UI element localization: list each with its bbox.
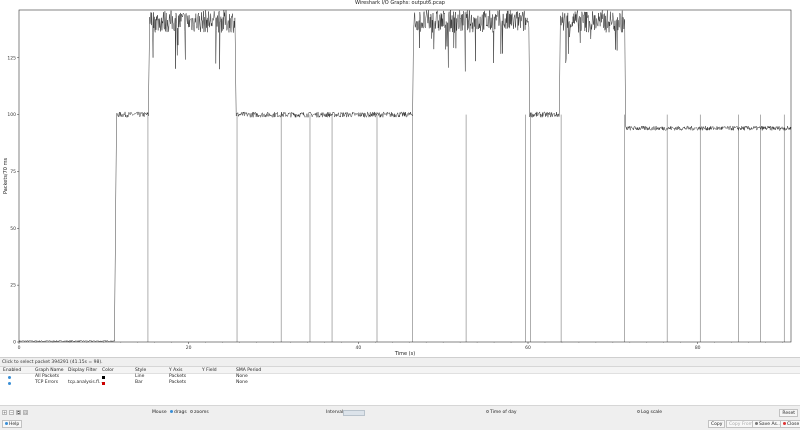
remove-graph-button[interactable]: − bbox=[9, 410, 14, 415]
y-tick-label: 25 bbox=[10, 283, 16, 289]
interval-label: Interval bbox=[326, 410, 344, 415]
close-icon bbox=[783, 422, 786, 425]
y-axis-label: Packets/70 ms bbox=[3, 158, 9, 194]
header-sma-period: SMA Period bbox=[236, 368, 262, 373]
zooms-label[interactable]: zooms bbox=[194, 410, 209, 415]
dialog-buttons: Help Copy Copy From Save As... Close bbox=[0, 420, 800, 430]
enabled-checkbox[interactable] bbox=[8, 375, 11, 379]
time-of-day-group: Time of day bbox=[484, 410, 517, 416]
graph-name[interactable]: TCP Errors bbox=[35, 380, 58, 386]
help-label: Help bbox=[9, 422, 20, 427]
x-axis-label: Time (s) bbox=[394, 351, 415, 357]
enabled-checkbox[interactable] bbox=[8, 381, 11, 385]
mouse-mode-group: Mouse drags zooms bbox=[152, 410, 209, 416]
interval-select[interactable] bbox=[343, 410, 365, 416]
y-tick-label: 50 bbox=[10, 226, 16, 232]
time-of-day-checkbox[interactable] bbox=[486, 410, 489, 413]
y-tick-label: 0 bbox=[13, 340, 16, 346]
log-scale-checkbox[interactable] bbox=[637, 410, 640, 413]
time-of-day-label[interactable]: Time of day bbox=[490, 410, 517, 415]
color-swatch[interactable] bbox=[102, 381, 105, 385]
log-scale-label[interactable]: Log scale bbox=[641, 410, 662, 415]
graph-table[interactable]: Enabled Graph Name Display Filter Color … bbox=[0, 366, 800, 406]
drags-radio[interactable] bbox=[170, 410, 174, 413]
save-as-label: Save As... bbox=[759, 422, 782, 427]
y-tick-label: 100 bbox=[7, 112, 16, 118]
x-tick-label: 20 bbox=[186, 345, 192, 351]
help-icon bbox=[5, 422, 8, 425]
color-swatch[interactable] bbox=[102, 375, 105, 379]
display-filter[interactable]: tcp.analysis.fl... bbox=[68, 380, 103, 386]
y-tick-label: 125 bbox=[7, 55, 16, 61]
graph-controls: + − ⧉ ⊡ Mouse drags zooms Interval Time … bbox=[0, 408, 800, 418]
y-tick-label: 75 bbox=[10, 169, 16, 175]
add-graph-button[interactable]: + bbox=[2, 410, 7, 415]
io-graph-chart[interactable]: 0 25 50 75 100 125 0 20 40 60 80 Time (s) Packets/70… bbox=[0, 0, 800, 358]
copy-graph-button[interactable]: ⧉ bbox=[16, 410, 21, 415]
drags-label[interactable]: drags bbox=[174, 410, 187, 415]
header-style: Style bbox=[135, 368, 147, 373]
x-tick-label: 0 bbox=[18, 345, 21, 351]
clear-graphs-button[interactable]: ⊡ bbox=[23, 410, 28, 415]
header-y-field: Y Field bbox=[202, 368, 217, 373]
io-graph-plot[interactable]: Wireshark I/O Graphs: output6.pcap 0 25 50… bbox=[0, 0, 800, 358]
copy-button[interactable]: Copy bbox=[708, 420, 726, 428]
plot-frame bbox=[18, 9, 792, 343]
header-graph-name: Graph Name bbox=[35, 368, 64, 373]
header-y-axis: Y Axis bbox=[169, 368, 183, 373]
graph-table-header: Enabled Graph Name Display Filter Color … bbox=[0, 367, 800, 374]
header-enabled: Enabled bbox=[3, 368, 22, 373]
close-button[interactable]: Close bbox=[780, 420, 800, 428]
log-scale-group: Log scale bbox=[635, 410, 662, 416]
reset-button[interactable]: Reset bbox=[779, 409, 798, 417]
header-color: Color bbox=[102, 368, 114, 373]
save-icon bbox=[755, 422, 758, 425]
close-label: Close bbox=[787, 422, 800, 427]
header-display-filter: Display Filter bbox=[68, 368, 98, 373]
x-tick-label: 40 bbox=[355, 345, 361, 351]
mouse-label: Mouse bbox=[152, 410, 167, 415]
graph-sma[interactable]: None bbox=[236, 380, 248, 386]
x-tick-label: 80 bbox=[695, 345, 701, 351]
graph-y-axis[interactable]: Packets bbox=[169, 380, 186, 386]
zooms-radio[interactable] bbox=[190, 410, 194, 413]
series-line-all-packets bbox=[18, 9, 792, 343]
graph-style[interactable]: Bar bbox=[135, 380, 143, 386]
table-row[interactable]: TCP Errors tcp.analysis.fl... Bar Packet… bbox=[0, 380, 800, 386]
help-button[interactable]: Help bbox=[2, 420, 23, 428]
x-tick-label: 60 bbox=[525, 345, 531, 351]
status-hint: Click to select packet 394291 (41.15s = … bbox=[2, 360, 103, 365]
